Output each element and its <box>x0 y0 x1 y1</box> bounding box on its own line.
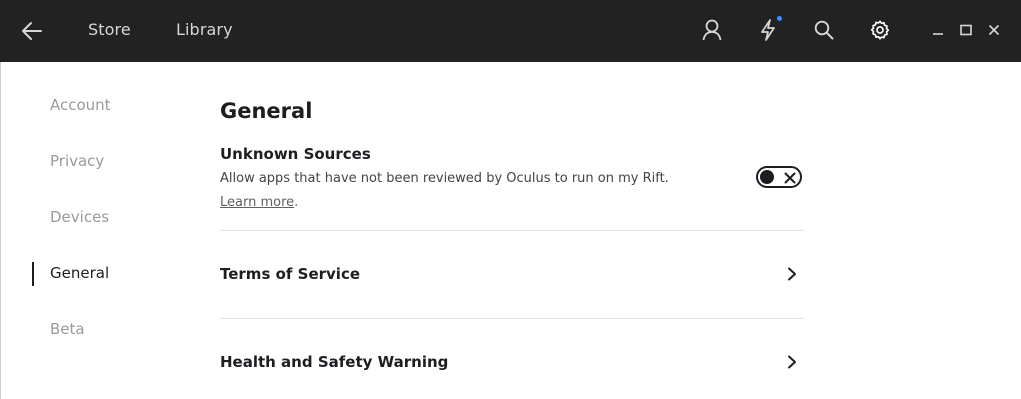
search-button[interactable] <box>809 15 839 45</box>
gear-icon <box>870 20 890 40</box>
sidebar-item-beta[interactable]: Beta <box>50 319 85 339</box>
learn-more-link[interactable]: Learn more <box>220 195 294 210</box>
top-bar: Store Library <box>0 0 1021 62</box>
maximize-button[interactable] <box>956 20 976 40</box>
profile-button[interactable] <box>697 15 727 45</box>
toggle-off-icon <box>784 172 796 184</box>
sidebar-item-devices[interactable]: Devices <box>50 207 109 227</box>
toggle-knob <box>760 170 774 184</box>
sidebar-active-indicator <box>32 262 34 286</box>
notification-dot <box>777 16 782 21</box>
divider <box>220 318 804 319</box>
health-safety-warning-label: Health and Safety Warning <box>220 353 449 371</box>
lightning-icon <box>761 19 775 41</box>
close-icon <box>988 24 1000 36</box>
chevron-right-icon <box>788 267 796 281</box>
minimize-button[interactable] <box>928 20 948 40</box>
terms-of-service-label: Terms of Service <box>220 265 361 283</box>
notifications-button[interactable] <box>753 15 783 45</box>
close-button[interactable] <box>984 20 1004 40</box>
health-safety-warning-row[interactable]: Health and Safety Warning <box>220 342 804 382</box>
unknown-sources-description: Allow apps that have not been reviewed b… <box>220 171 669 186</box>
sidebar-item-privacy[interactable]: Privacy <box>50 151 104 171</box>
unknown-sources-toggle[interactable] <box>756 166 802 188</box>
window-left-border <box>0 62 1 399</box>
back-button[interactable] <box>16 15 48 47</box>
learn-more-suffix: . <box>294 195 299 210</box>
sidebar-item-general[interactable]: General <box>50 263 109 283</box>
back-arrow-icon <box>22 22 42 40</box>
page-title: General <box>220 99 313 123</box>
unknown-sources-title: Unknown Sources <box>220 145 371 163</box>
divider <box>220 230 804 231</box>
settings-button[interactable] <box>865 15 895 45</box>
nav-library-link[interactable]: Library <box>176 19 233 41</box>
maximize-icon <box>960 24 972 36</box>
chevron-right-icon <box>788 355 796 369</box>
sidebar-item-account[interactable]: Account <box>50 95 111 115</box>
minimize-icon <box>933 33 943 35</box>
terms-of-service-row[interactable]: Terms of Service <box>220 254 804 294</box>
profile-icon <box>702 19 722 41</box>
search-icon <box>814 20 834 40</box>
nav-store-link[interactable]: Store <box>88 19 131 41</box>
learn-more-line: Learn more. <box>220 194 298 212</box>
